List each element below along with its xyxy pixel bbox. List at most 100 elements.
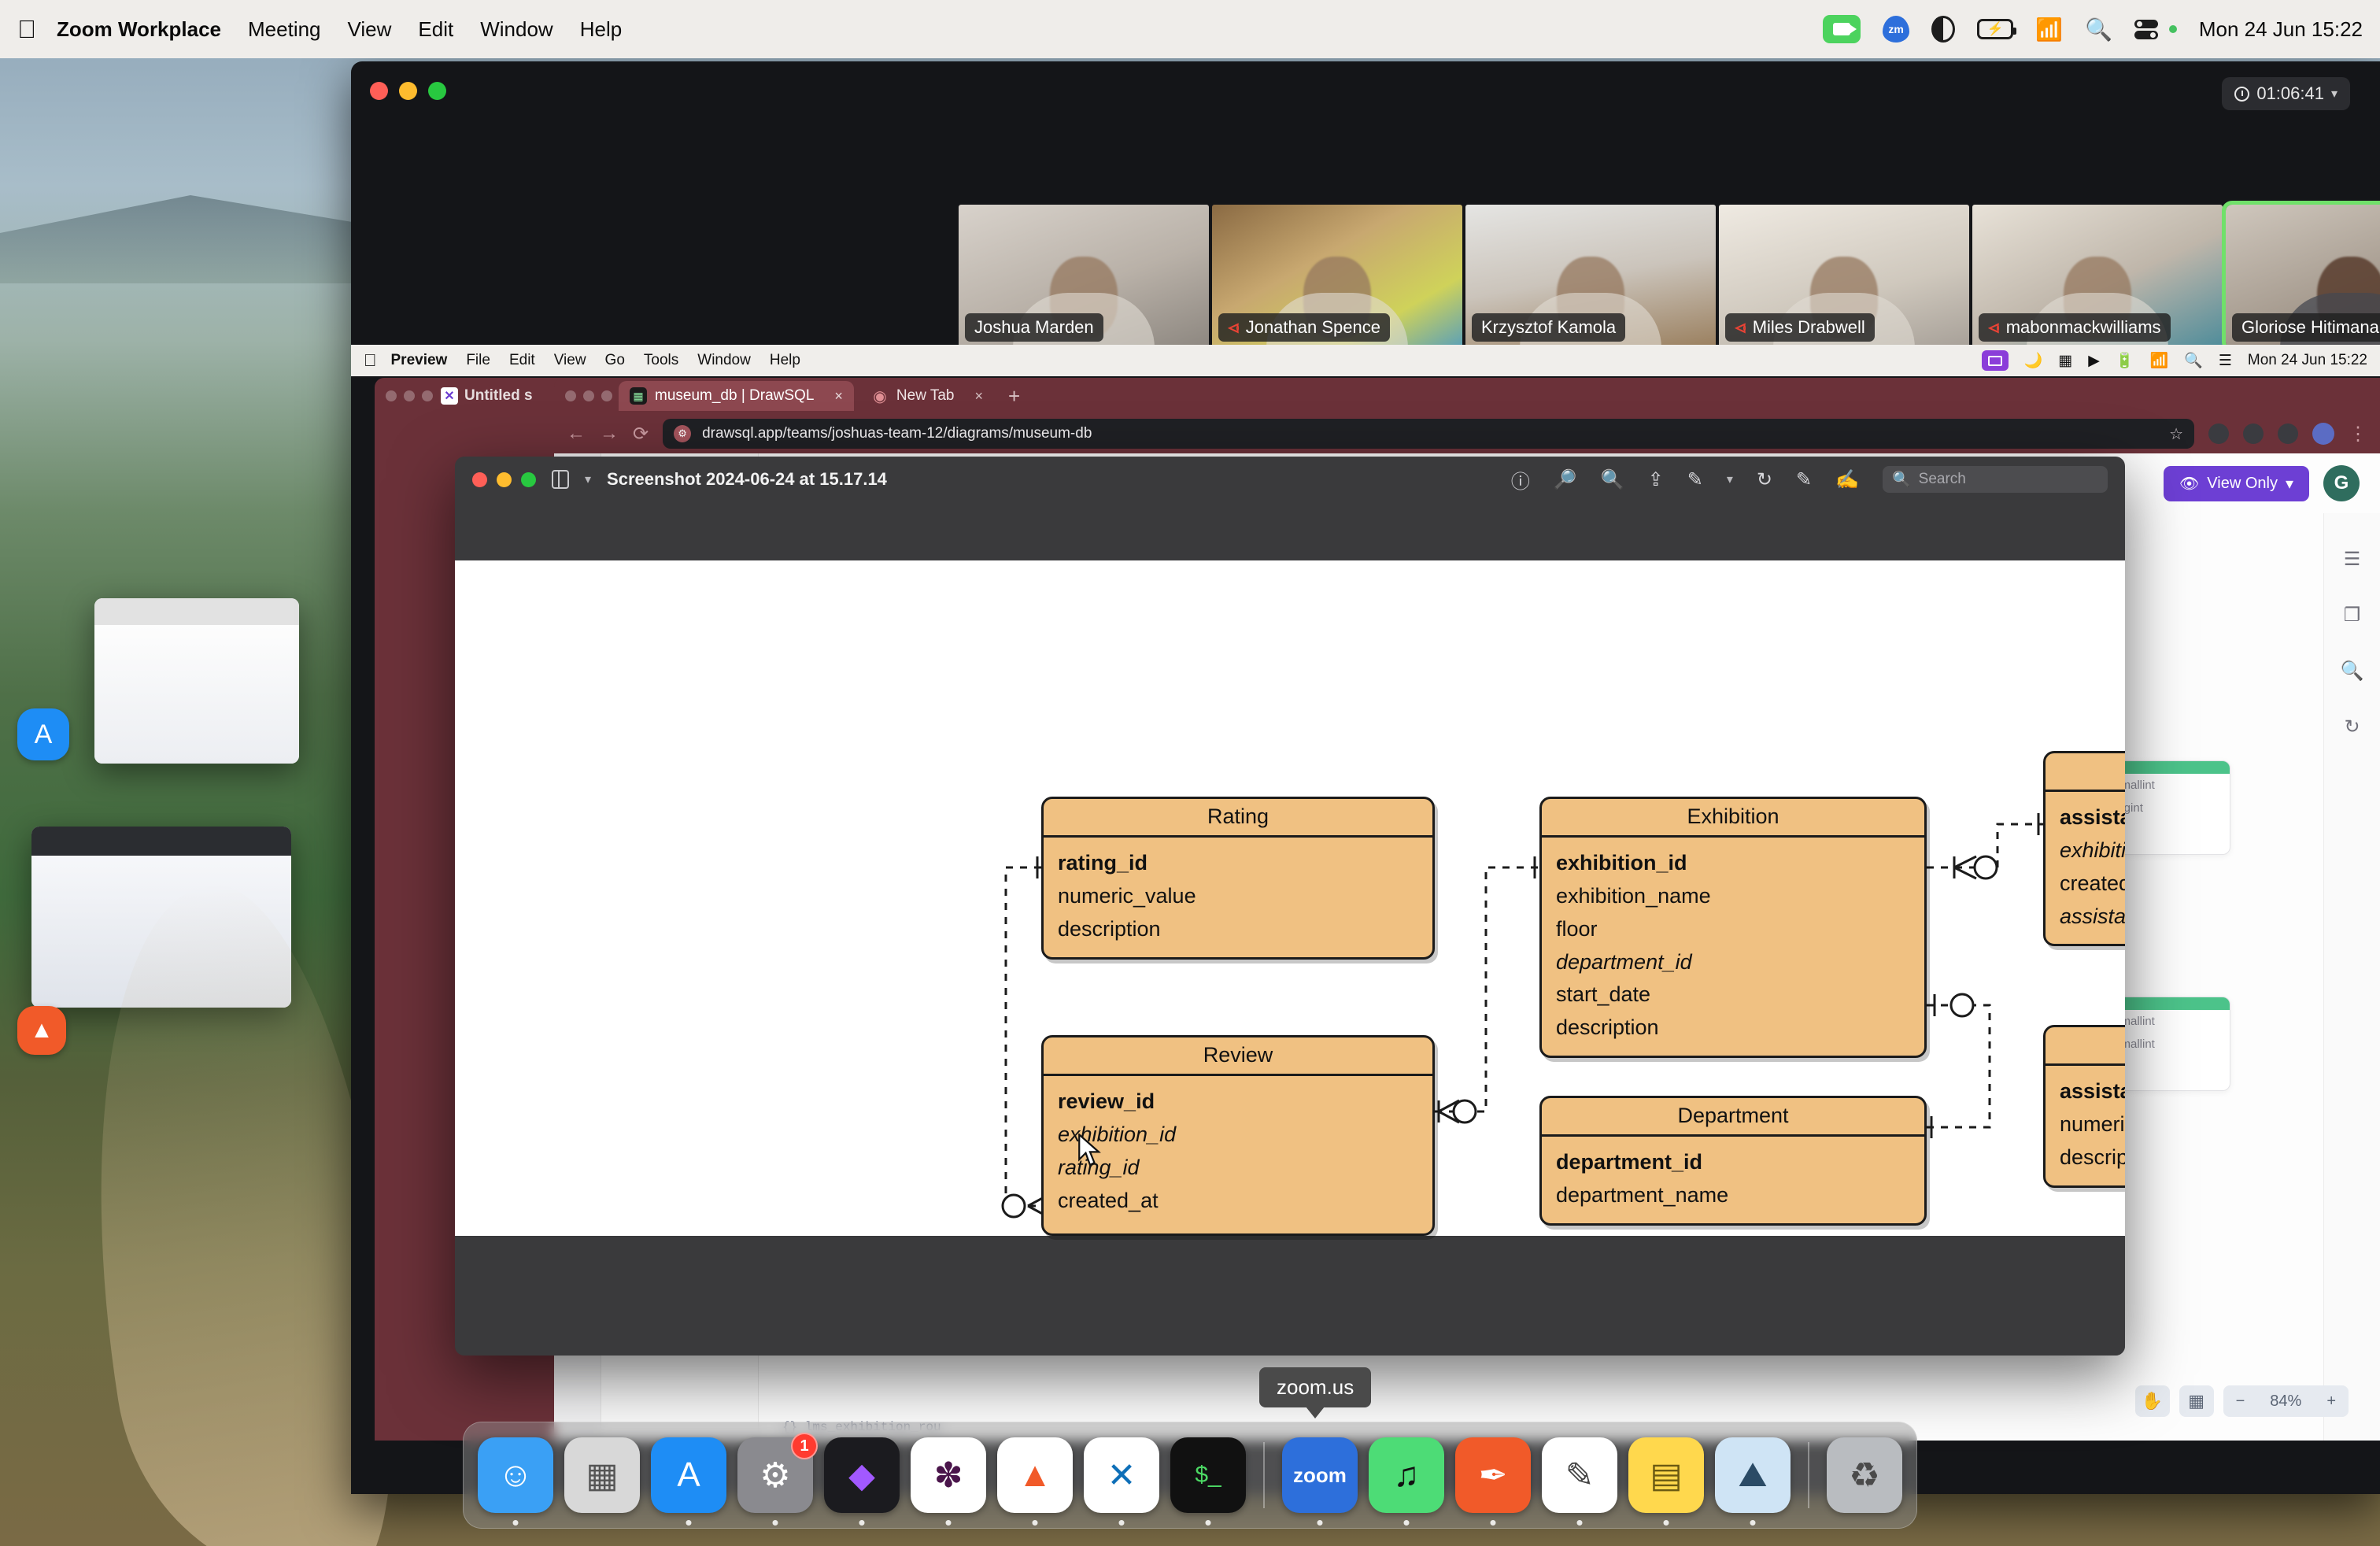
- er-table-review[interactable]: Review review_id exhibition_id rating_id…: [1041, 1035, 1435, 1236]
- forward-button-icon[interactable]: →: [600, 423, 619, 445]
- dock-item-anki[interactable]: ✒: [1455, 1437, 1531, 1526]
- running-indicator: [1317, 1520, 1323, 1526]
- minimize-button[interactable]: [399, 82, 417, 100]
- grid-icon[interactable]: ▦: [2179, 1385, 2214, 1417]
- minimize-button[interactable]: [497, 472, 512, 487]
- meeting-timer[interactable]: 01:06:41 ▾: [2222, 77, 2350, 110]
- close-tab-icon[interactable]: ×: [975, 388, 984, 405]
- menu-item-view[interactable]: View: [348, 17, 392, 42]
- spotlight-search-icon[interactable]: 🔍: [2085, 17, 2112, 43]
- dock-item-app-store[interactable]: A: [651, 1437, 726, 1526]
- browser-window-controls[interactable]: [565, 390, 612, 401]
- address-bar[interactable]: ⚙ drawsql.app/teams/joshuas-team-12/diag…: [663, 419, 2194, 449]
- annotate-icon[interactable]: ✎: [1796, 468, 1812, 491]
- chevron-down-icon[interactable]: ▾: [585, 472, 591, 487]
- dock-item-brave[interactable]: ▲: [997, 1437, 1073, 1526]
- menu-item-help[interactable]: Help: [580, 17, 622, 42]
- er-table-exhibition[interactable]: Exhibition exhibition_id exhibition_name…: [1539, 797, 1927, 1059]
- menu-item-edit[interactable]: Edit: [418, 17, 453, 42]
- dock-item-pages[interactable]: ✎: [1542, 1437, 1617, 1526]
- dock-item-trash[interactable]: ♻: [1827, 1437, 1902, 1513]
- control-center-dark-icon[interactable]: [1931, 16, 1956, 43]
- preview-window-controls[interactable]: [472, 472, 536, 487]
- info-icon[interactable]: ⓘ: [1511, 466, 1530, 494]
- menubar-clock[interactable]: Mon 24 Jun 15:22: [2199, 17, 2363, 42]
- search-icon[interactable]: 🔍: [2341, 660, 2364, 682]
- control-center-icon[interactable]: [2134, 17, 2161, 41]
- bookmark-star-icon[interactable]: ☆: [2169, 424, 2183, 444]
- participant-tile[interactable]: Joshua Marden: [959, 205, 1209, 348]
- layers-icon[interactable]: ☰: [2344, 548, 2361, 571]
- copy-icon[interactable]: ❐: [2344, 604, 2361, 627]
- rotate-icon[interactable]: ↻: [1757, 468, 1772, 491]
- er-table-department[interactable]: Department department_id department_name: [1539, 1096, 1927, 1226]
- er-table-rating[interactable]: Rating rating_id numeric_value descripti…: [1041, 797, 1435, 960]
- zoom-in-icon[interactable]: 🔍: [1601, 468, 1624, 491]
- close-button[interactable]: [370, 82, 388, 100]
- zoom-menu-icon[interactable]: zm: [1883, 16, 1910, 43]
- er-table-assistance-request[interactable]: Assistance Request assistance_request_id…: [2043, 751, 2125, 947]
- background-window-controls[interactable]: [386, 390, 433, 401]
- preview-search-input[interactable]: 🔍 Search: [1883, 466, 2108, 493]
- browser-tabstrip: ▦ museum_db | DrawSQL × ◉ New Tab × +: [554, 378, 2380, 414]
- back-button-icon[interactable]: ←: [567, 423, 586, 445]
- battery-charging-icon[interactable]: ⚡: [1977, 19, 2017, 39]
- background-tab-label: Untitled s: [464, 387, 533, 404]
- camera-icon[interactable]: [1823, 15, 1861, 43]
- dock-item-spotify[interactable]: ♫: [1369, 1437, 1444, 1526]
- dock-item-vscode[interactable]: ✕: [1084, 1437, 1159, 1526]
- tab-museum-db[interactable]: ▦ museum_db | DrawSQL ×: [619, 381, 854, 411]
- browser-menu-icon[interactable]: ⋮: [2349, 423, 2367, 446]
- pan-hand-icon[interactable]: ✋: [2134, 1385, 2170, 1417]
- maximize-button[interactable]: [521, 472, 536, 487]
- participant-tile[interactable]: Krzysztof Kamola: [1465, 205, 1716, 348]
- menu-item-meeting[interactable]: Meeting: [248, 17, 321, 42]
- tab-new-tab[interactable]: ◉ New Tab ×: [860, 381, 994, 411]
- zoom-in-button[interactable]: +: [2314, 1385, 2349, 1417]
- zoom-level-label: 84%: [2270, 1392, 2302, 1410]
- dock-item-system-settings[interactable]: ⚙ 1: [737, 1433, 818, 1526]
- wifi-icon[interactable]: 📶: [2035, 17, 2063, 43]
- history-icon[interactable]: ↻: [2344, 716, 2360, 738]
- participant-tile-active-speaker[interactable]: Gloriose Hitimana: [2222, 201, 2380, 352]
- dock-item-zoom[interactable]: zoom: [1282, 1437, 1358, 1526]
- dock-item-finder[interactable]: ☺: [478, 1437, 553, 1526]
- user-avatar[interactable]: G: [2323, 465, 2360, 501]
- zoom-out-button[interactable]: −: [2223, 1385, 2258, 1417]
- participant-tile[interactable]: ⏿ mabonmackwilliams: [1972, 205, 2223, 348]
- zoom-out-icon[interactable]: 🔎: [1554, 468, 1577, 491]
- extension-icon[interactable]: [2208, 423, 2229, 444]
- view-only-button[interactable]: 👁 View Only ▾: [2163, 465, 2309, 501]
- dock-item-preview[interactable]: ⛰: [1715, 1437, 1791, 1526]
- markup-pen-icon[interactable]: ✎: [1687, 468, 1703, 491]
- new-tab-button[interactable]: +: [1008, 384, 1020, 409]
- dock-item-figma[interactable]: ◆: [824, 1437, 900, 1526]
- maximize-button[interactable]: [428, 82, 446, 100]
- dock-item-launchpad[interactable]: ▦: [564, 1437, 640, 1513]
- table-field-foreign-key: department_id: [1556, 949, 1692, 974]
- sidebar-toggle-icon[interactable]: [552, 470, 569, 489]
- chevron-down-icon[interactable]: ▾: [2331, 86, 2338, 102]
- zoom-window-controls[interactable]: [370, 82, 446, 100]
- profile-avatar-icon[interactable]: [2312, 423, 2334, 445]
- sign-icon[interactable]: ✍: [1835, 468, 1859, 491]
- site-settings-icon[interactable]: ⚙: [674, 425, 692, 442]
- chevron-down-icon[interactable]: ▾: [1727, 472, 1733, 487]
- extension-icon[interactable]: [2243, 423, 2264, 444]
- share-icon[interactable]: ⇪: [1648, 468, 1664, 491]
- er-table-assistance[interactable]: Assistance assistance_id numeric_value d…: [2043, 1025, 2125, 1188]
- reload-button-icon[interactable]: ⟳: [633, 423, 649, 446]
- close-tab-icon[interactable]: ×: [834, 388, 843, 405]
- apple-logo-icon[interactable]: : [17, 17, 36, 42]
- close-button[interactable]: [472, 472, 487, 487]
- dock-item-slack[interactable]: ✽: [911, 1437, 986, 1526]
- participant-tile[interactable]: ⏿ Miles Drabwell: [1719, 205, 1969, 348]
- dock-item-terminal[interactable]: $_: [1170, 1437, 1246, 1526]
- menu-item-zoom-workplace[interactable]: Zoom Workplace: [57, 17, 221, 42]
- background-tab[interactable]: ✕ Untitled s: [441, 387, 533, 405]
- dock-item-notes[interactable]: ▤: [1628, 1437, 1704, 1526]
- participant-tile[interactable]: ⏿ Jonathan Spence: [1212, 205, 1462, 348]
- menu-item-window[interactable]: Window: [480, 17, 552, 42]
- extension-icon[interactable]: [2278, 423, 2298, 444]
- inner-menu-item-help: Help: [756, 352, 800, 368]
